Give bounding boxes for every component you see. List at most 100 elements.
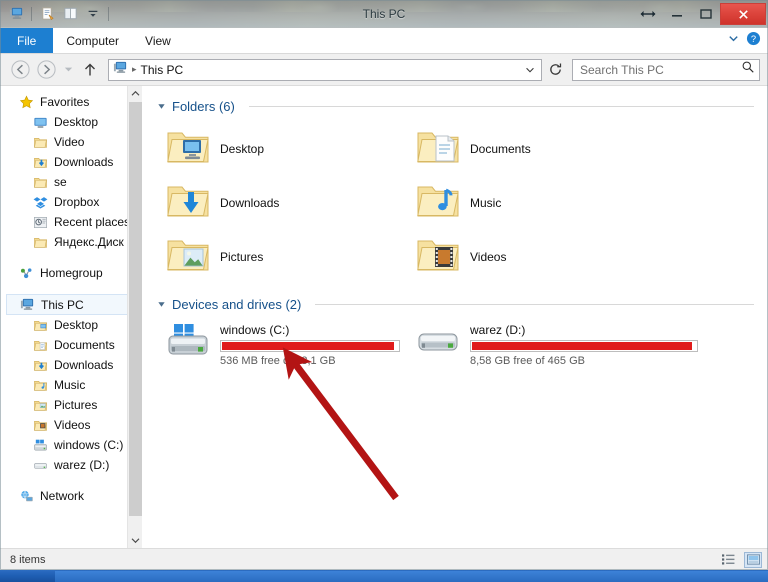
sidebar-item-pc-desktop[interactable]: Desktop [0, 315, 142, 335]
forward-button[interactable] [34, 58, 58, 82]
folder-tile-documents[interactable]: Documents [406, 122, 656, 176]
folder-icon [32, 174, 48, 190]
network-icon [18, 488, 34, 504]
folder-tile-music[interactable]: Music [406, 176, 656, 230]
recent-locations-button[interactable] [60, 58, 76, 82]
drive-capacity-bar [470, 340, 698, 352]
navigation-pane[interactable]: Favorites Desktop Video Downloads se Dro… [0, 86, 142, 548]
sidebar-item-this-pc[interactable]: This PC [6, 294, 136, 315]
search-input[interactable]: Search This PC [572, 58, 760, 81]
triangle-down-icon[interactable] [156, 102, 166, 111]
taskbar[interactable] [0, 568, 768, 582]
triangle-down-icon[interactable] [156, 300, 166, 309]
folder-tile-videos[interactable]: Videos [406, 230, 656, 284]
tab-view[interactable]: View [132, 28, 184, 53]
drive-tile-warez-d[interactable]: warez (D:) 8,58 GB free of 465 GB [406, 320, 698, 374]
sidebar-item-label: This PC [41, 297, 84, 312]
pictures-folder-icon [166, 235, 210, 280]
sidebar-group-network[interactable]: Network [0, 486, 142, 506]
navigation-pane-scrollbar[interactable] [127, 86, 142, 548]
sidebar-item-warez-d[interactable]: warez (D:) [0, 455, 142, 475]
folder-tile-label: Desktop [220, 142, 265, 156]
sidebar-item-pc-documents[interactable]: Documents [0, 335, 142, 355]
sidebar-group-favorites[interactable]: Favorites [0, 92, 142, 112]
scroll-up-button[interactable] [128, 86, 142, 101]
address-dropdown-chevron-icon[interactable] [521, 64, 539, 76]
tab-file[interactable]: File [0, 28, 54, 53]
folder-tile-label: Downloads [220, 196, 280, 210]
sidebar-item-label: Pictures [54, 398, 98, 412]
details-view-button[interactable] [719, 552, 737, 568]
folders-grid: Desktop Documents Downloads Music Pictur… [156, 122, 768, 284]
sidebar-item-downloads[interactable]: Downloads [0, 152, 142, 172]
tab-computer[interactable]: Computer [53, 28, 132, 53]
section-header-folders[interactable]: Folders (6) [156, 96, 768, 116]
refresh-button[interactable] [544, 59, 566, 81]
navigation-toolbar[interactable]: ▸ This PC Search This PC [0, 54, 768, 86]
help-icon[interactable]: ? [746, 31, 761, 51]
up-button[interactable] [78, 58, 102, 82]
sidebar-group-homegroup[interactable]: Homegroup [0, 263, 142, 283]
maximize-button[interactable] [691, 4, 720, 24]
sidebar-item-yandex-disk[interactable]: Яндекс.Диск [0, 232, 142, 252]
sidebar-item-pc-music[interactable]: Music [0, 375, 142, 395]
downloads-folder-icon [32, 154, 48, 170]
sidebar-item-pc-downloads[interactable]: Downloads [0, 355, 142, 375]
breadcrumb-separator[interactable]: ▸ [132, 64, 137, 75]
file-list-pane[interactable]: Folders (6) Desktop Documents Downloads … [142, 86, 768, 548]
back-button[interactable] [8, 58, 32, 82]
desktop-folder-icon [166, 127, 210, 172]
drive-tile-windows-c[interactable]: windows (C:) 536 MB free of 43,1 GB [156, 320, 406, 374]
documents-folder-icon [32, 337, 48, 353]
expand-ribbon-chevron-icon[interactable] [727, 32, 740, 50]
sidebar-item-dropbox[interactable]: Dropbox [0, 192, 142, 212]
ribbon-tab-strip[interactable]: File Computer View ? [0, 28, 768, 54]
folder-tile-pictures[interactable]: Pictures [156, 230, 406, 284]
window-body: Favorites Desktop Video Downloads se Dro… [0, 86, 768, 548]
sidebar-item-label: Яндекс.Диск [54, 235, 124, 249]
address-bar[interactable]: ▸ This PC [108, 58, 542, 81]
close-button[interactable] [720, 3, 766, 25]
folder-tile-desktop[interactable]: Desktop [156, 122, 406, 176]
minimize-button[interactable] [662, 4, 691, 24]
drive-label: warez (D:) [470, 323, 526, 337]
scroll-down-button[interactable] [128, 533, 142, 548]
sidebar-item-label: Downloads [54, 358, 114, 372]
item-count-label: 8 items [10, 553, 46, 566]
sidebar-item-pc-videos[interactable]: Videos [0, 415, 142, 435]
search-placeholder: Search This PC [580, 62, 664, 77]
sidebar-item-label: Desktop [54, 318, 99, 332]
section-divider [248, 105, 754, 107]
sidebar-item-label: Downloads [54, 155, 114, 169]
sidebar-item-recent-places[interactable]: Recent places [0, 212, 142, 232]
folder-tile-label: Documents [470, 142, 531, 156]
this-pc-icon [113, 60, 128, 80]
taskbar-active-region [55, 571, 768, 582]
folder-icon [32, 134, 48, 150]
sidebar-item-label: Music [54, 378, 86, 392]
sidebar-item-label: Recent places [54, 215, 131, 229]
folder-tile-label: Pictures [220, 250, 264, 264]
section-header-devices[interactable]: Devices and drives (2) [156, 294, 768, 314]
scrollbar-thumb[interactable] [129, 102, 142, 516]
folder-tile-downloads[interactable]: Downloads [156, 176, 406, 230]
view-mode-buttons[interactable] [719, 551, 762, 568]
section-divider [315, 303, 754, 305]
sidebar-item-label: Dropbox [54, 195, 100, 209]
sidebar-item-pc-pictures[interactable]: Pictures [0, 395, 142, 415]
window-controls[interactable] [634, 0, 768, 28]
sidebar-item-video[interactable]: Video [0, 132, 142, 152]
pictures-folder-icon [32, 397, 48, 413]
title-bar[interactable]: This PC [0, 0, 768, 28]
large-icons-view-button[interactable] [744, 551, 762, 568]
breadcrumb[interactable]: This PC [141, 63, 184, 77]
sidebar-item-windows-c[interactable]: windows (C:) [0, 435, 142, 455]
drive-capacity-fill [472, 342, 692, 350]
search-icon[interactable] [741, 60, 755, 79]
drive-icon [32, 457, 48, 473]
this-pc-icon [19, 297, 35, 313]
sidebar-item-se[interactable]: se [0, 172, 142, 192]
sidebar-item-desktop[interactable]: Desktop [0, 112, 142, 132]
section-title: Folders (6) [172, 98, 235, 114]
